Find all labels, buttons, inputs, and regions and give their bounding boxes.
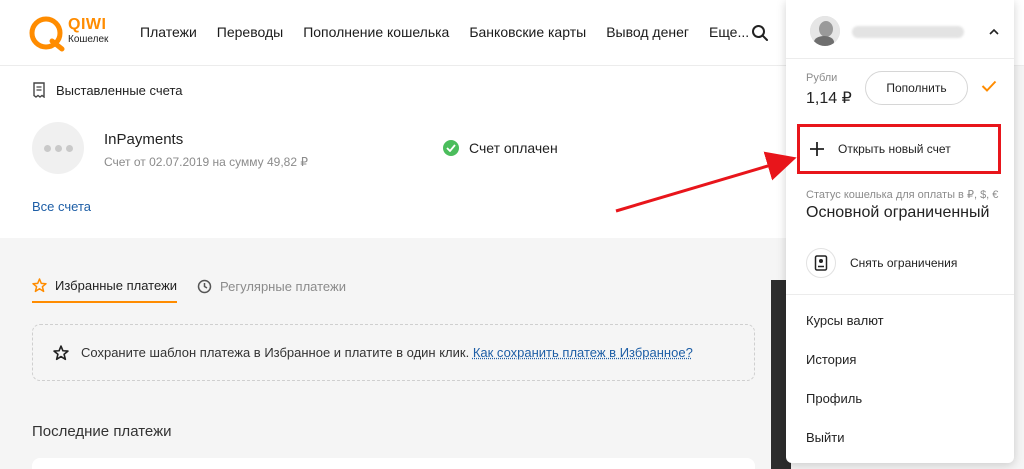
remove-limits-button[interactable]: Снять ограничения — [806, 248, 957, 278]
avatar[interactable] — [810, 16, 840, 46]
divider — [786, 58, 1014, 59]
menu-history[interactable]: История — [806, 352, 856, 367]
menu-logout[interactable]: Выйти — [806, 430, 845, 445]
invoice-description: Счет от 02.07.2019 на сумму 49,82 ₽ — [104, 155, 308, 169]
topup-button[interactable]: Пополнить — [865, 71, 968, 105]
document-id-icon — [806, 248, 836, 278]
invoice-status-text: Счет оплачен — [469, 140, 558, 156]
tab-favorite-payments[interactable]: Избранные платежи — [32, 278, 177, 303]
user-avatar-icon — [810, 16, 840, 46]
wallet-status-label: Статус кошелька для оплаты в ₽, $, € — [806, 188, 998, 201]
menu-exchange-rates[interactable]: Курсы валют — [806, 313, 884, 328]
recent-payments-title: Последние платежи — [32, 423, 172, 440]
open-new-account-button[interactable]: Открыть новый счет — [797, 124, 1001, 174]
receipt-icon — [32, 82, 46, 98]
favorites-help-link[interactable]: Как сохранить платеж в Избранное? — [473, 345, 693, 360]
dot-icon — [44, 145, 51, 152]
nav-withdraw[interactable]: Вывод денег — [606, 24, 689, 40]
invoices-header: Выставленные счета — [32, 82, 182, 98]
main-nav: Платежи Переводы Пополнение кошелька Бан… — [140, 24, 769, 40]
nav-bank-cards[interactable]: Банковские карты — [469, 24, 586, 40]
chevron-up-icon[interactable] — [988, 28, 1000, 36]
invoices-title: Выставленные счета — [56, 83, 182, 98]
clock-icon — [197, 279, 212, 294]
dot-icon — [55, 145, 62, 152]
user-phone-blurred — [852, 26, 964, 38]
logo-subtitle: Кошелек — [68, 34, 108, 45]
remove-limits-label: Снять ограничения — [850, 256, 957, 270]
star-icon — [32, 278, 47, 293]
invoice-merchant-name[interactable]: InPayments — [104, 131, 183, 148]
logo-wordmark[interactable]: QIWI — [68, 16, 106, 34]
open-new-account-label: Открыть новый счет — [838, 142, 951, 156]
invoice-avatar — [32, 122, 84, 174]
favorites-hint-box: Сохраните шаблон платежа в Избранное и п… — [32, 324, 755, 381]
invoices-section: Выставленные счета InPayments Счет от 02… — [0, 66, 786, 238]
invoice-status: Счет оплачен — [443, 140, 558, 156]
account-dropdown-panel: Рубли 1,14 ₽ Пополнить Открыть новый сче… — [786, 0, 1014, 463]
divider — [786, 294, 1014, 295]
tab-label: Регулярные платежи — [220, 279, 346, 294]
wallet-status-value: Основной ограниченный — [806, 203, 996, 223]
star-icon — [53, 345, 69, 361]
checkmark-icon — [981, 80, 997, 92]
check-circle-icon — [443, 140, 459, 156]
search-icon[interactable] — [751, 24, 769, 42]
dot-icon — [66, 145, 73, 152]
all-invoices-link[interactable]: Все счета — [32, 199, 91, 214]
nav-transfers[interactable]: Переводы — [217, 24, 283, 40]
currency-label: Рубли — [806, 72, 837, 84]
recent-payments-card — [32, 458, 755, 469]
nav-topup-wallet[interactable]: Пополнение кошелька — [303, 24, 449, 40]
tab-regular-payments[interactable]: Регулярные платежи — [197, 278, 346, 303]
nav-more[interactable]: Еще... — [709, 24, 749, 40]
tab-label: Избранные платежи — [55, 278, 177, 293]
nav-payments[interactable]: Платежи — [140, 24, 197, 40]
favorites-hint-text: Сохраните шаблон платежа в Избранное и п… — [81, 345, 469, 360]
plus-icon — [810, 142, 824, 156]
payments-tabs: Избранные платежи Регулярные платежи — [32, 278, 346, 303]
balance-value: 1,14 ₽ — [806, 88, 852, 108]
menu-profile[interactable]: Профиль — [806, 391, 862, 406]
